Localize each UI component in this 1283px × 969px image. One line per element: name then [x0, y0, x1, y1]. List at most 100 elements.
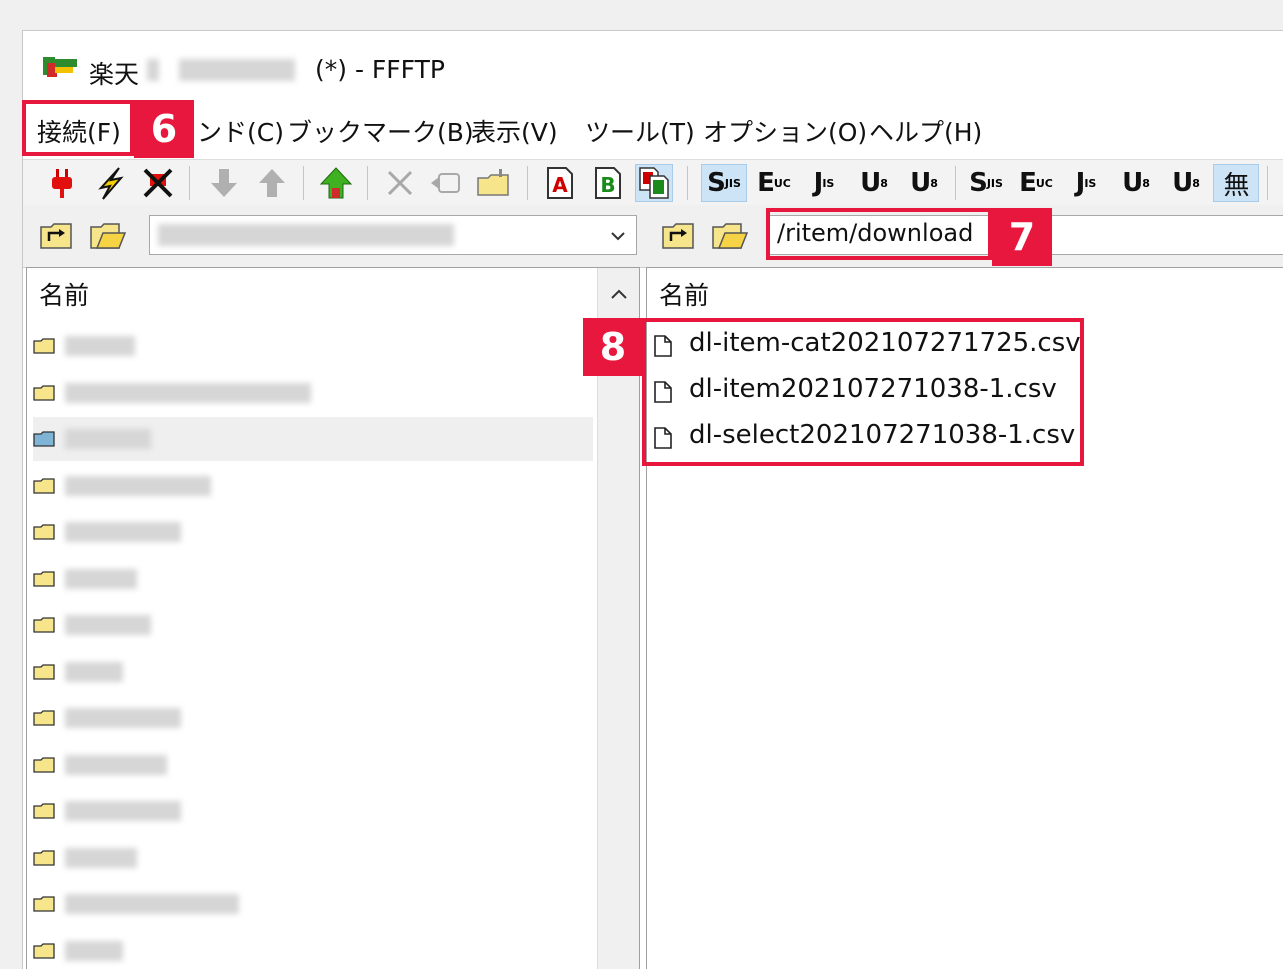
remote-code-utf8bom-button[interactable]: U8: [901, 164, 947, 202]
remote-code-utf8bom-label: U: [910, 168, 930, 198]
local-code-utf8bom-label: U: [1172, 168, 1192, 198]
remote-code-jis-sub: IS: [822, 177, 834, 190]
auto-mode-icon[interactable]: [635, 164, 673, 202]
list-item[interactable]: [33, 510, 593, 554]
folder-icon: [33, 757, 55, 773]
no-conversion-button[interactable]: 無: [1213, 164, 1259, 202]
chevron-down-icon[interactable]: [610, 230, 626, 242]
no-conversion-label: 無: [1223, 165, 1248, 202]
list-item[interactable]: [33, 324, 593, 368]
folder-name-blurred: [65, 755, 167, 775]
remote-code-sjis-button[interactable]: SJIS: [701, 164, 747, 202]
folder-name-blurred: [65, 801, 181, 821]
list-item[interactable]: [33, 417, 593, 461]
folder-icon: [33, 478, 55, 494]
toolbar-separator: [527, 166, 528, 200]
local-name-column-header[interactable]: 名前: [39, 276, 89, 312]
remote-code-utf8-button[interactable]: U8: [851, 164, 897, 202]
local-open-folder-icon[interactable]: [89, 217, 127, 255]
local-path-combo[interactable]: [149, 215, 637, 255]
folder-icon: [33, 803, 55, 819]
toolbar-separator: [687, 166, 688, 200]
menu-view[interactable]: 表示(V): [471, 113, 558, 149]
list-item[interactable]: [33, 464, 593, 508]
binary-mode-button[interactable]: B: [589, 164, 627, 202]
folder-name-blurred: [65, 708, 181, 728]
local-code-euc-button[interactable]: EUC: [1013, 164, 1059, 202]
remote-code-utf8bom-sub: 8: [930, 177, 938, 190]
x-icon[interactable]: [381, 164, 419, 202]
remote-code-jis-button[interactable]: JIS: [801, 164, 847, 202]
local-code-sjis-button[interactable]: SJIS: [963, 164, 1009, 202]
folder-name-blurred: [65, 615, 151, 635]
local-code-sjis-label: S: [969, 168, 987, 198]
local-file-list[interactable]: 名前: [26, 267, 640, 969]
plug-icon[interactable]: [43, 164, 81, 202]
folder-icon: [33, 943, 55, 959]
list-item[interactable]: [33, 743, 593, 787]
arrow-up-icon[interactable]: [253, 164, 291, 202]
folder-name-blurred: [65, 662, 123, 682]
callout-8-box: [642, 318, 1084, 466]
toolbar-separator: [367, 166, 368, 200]
chevron-up-icon[interactable]: [610, 288, 628, 300]
callout-8-number: 8: [583, 318, 643, 376]
list-item[interactable]: [33, 696, 593, 740]
folder-icon: [33, 850, 55, 866]
local-code-utf8bom-button[interactable]: U8: [1163, 164, 1209, 202]
local-code-euc-label: E: [1019, 168, 1036, 198]
local-code-jis-button[interactable]: JIS: [1063, 164, 1109, 202]
folder-name-blurred: [65, 522, 181, 542]
remote-code-jis-label: J: [814, 168, 823, 198]
remote-code-utf8-label: U: [860, 168, 880, 198]
folder-icon: [33, 617, 55, 633]
remote-code-euc-sub: UC: [774, 177, 791, 190]
folder-icon: [33, 710, 55, 726]
house-up-icon[interactable]: [317, 164, 355, 202]
title-bar: 楽天 (*) - FFFTP: [23, 31, 1283, 103]
rename-icon[interactable]: [427, 164, 465, 202]
folder-name-blurred: [65, 336, 135, 356]
list-item[interactable]: [33, 603, 593, 647]
callout-7-number: 7: [992, 208, 1052, 266]
arrow-down-icon[interactable]: [205, 164, 243, 202]
remote-open-folder-icon[interactable]: [711, 217, 749, 255]
toolbar-separator: [955, 166, 956, 200]
new-folder-icon[interactable]: [475, 164, 513, 202]
window-title-app: 楽天: [89, 55, 139, 91]
folder-name-blurred: [65, 429, 151, 449]
list-item[interactable]: [33, 557, 593, 601]
ascii-mode-button[interactable]: A: [541, 164, 579, 202]
menu-command[interactable]: ンド(C): [197, 113, 284, 149]
menu-tools[interactable]: ツール(T): [585, 113, 695, 149]
list-item[interactable]: [33, 371, 593, 415]
local-up-folder-icon[interactable]: [37, 217, 75, 255]
folder-icon: [33, 385, 55, 401]
local-code-utf8-button[interactable]: U8: [1113, 164, 1159, 202]
menu-bar: 接続(F) ンド(C) ブックマーク(B) 表示(V) ツール(T) オプション…: [23, 103, 1283, 159]
list-item[interactable]: [33, 882, 593, 926]
menu-options[interactable]: オプション(O): [703, 113, 867, 149]
local-code-utf8-sub: 8: [1142, 177, 1150, 190]
menu-help[interactable]: ヘルプ(H): [869, 113, 982, 149]
folder-name-blurred: [65, 476, 211, 496]
list-item[interactable]: [33, 836, 593, 880]
local-code-jis-label: J: [1076, 168, 1085, 198]
remote-name-column-header[interactable]: 名前: [659, 276, 709, 312]
main-toolbar: A B SJIS EUC JIS U8 U8 SJIS EUC JIS U8 U…: [23, 159, 1283, 207]
remote-up-folder-icon[interactable]: [659, 217, 697, 255]
list-item[interactable]: [33, 650, 593, 694]
remote-code-euc-button[interactable]: EUC: [751, 164, 797, 202]
ascii-mode-label: A: [552, 173, 568, 197]
folder-icon: [33, 431, 55, 447]
remote-code-utf8-sub: 8: [880, 177, 888, 190]
ffftp-logo-icon: [41, 53, 81, 83]
title-blurred-account: [147, 59, 159, 81]
disconnect-icon[interactable]: [139, 164, 177, 202]
list-item[interactable]: [33, 929, 593, 969]
menu-bookmark[interactable]: ブックマーク(B): [287, 113, 474, 149]
folder-name-blurred: [65, 383, 311, 403]
remote-code-sjis-label: S: [707, 168, 725, 198]
lightning-icon[interactable]: [91, 164, 129, 202]
list-item[interactable]: [33, 789, 593, 833]
